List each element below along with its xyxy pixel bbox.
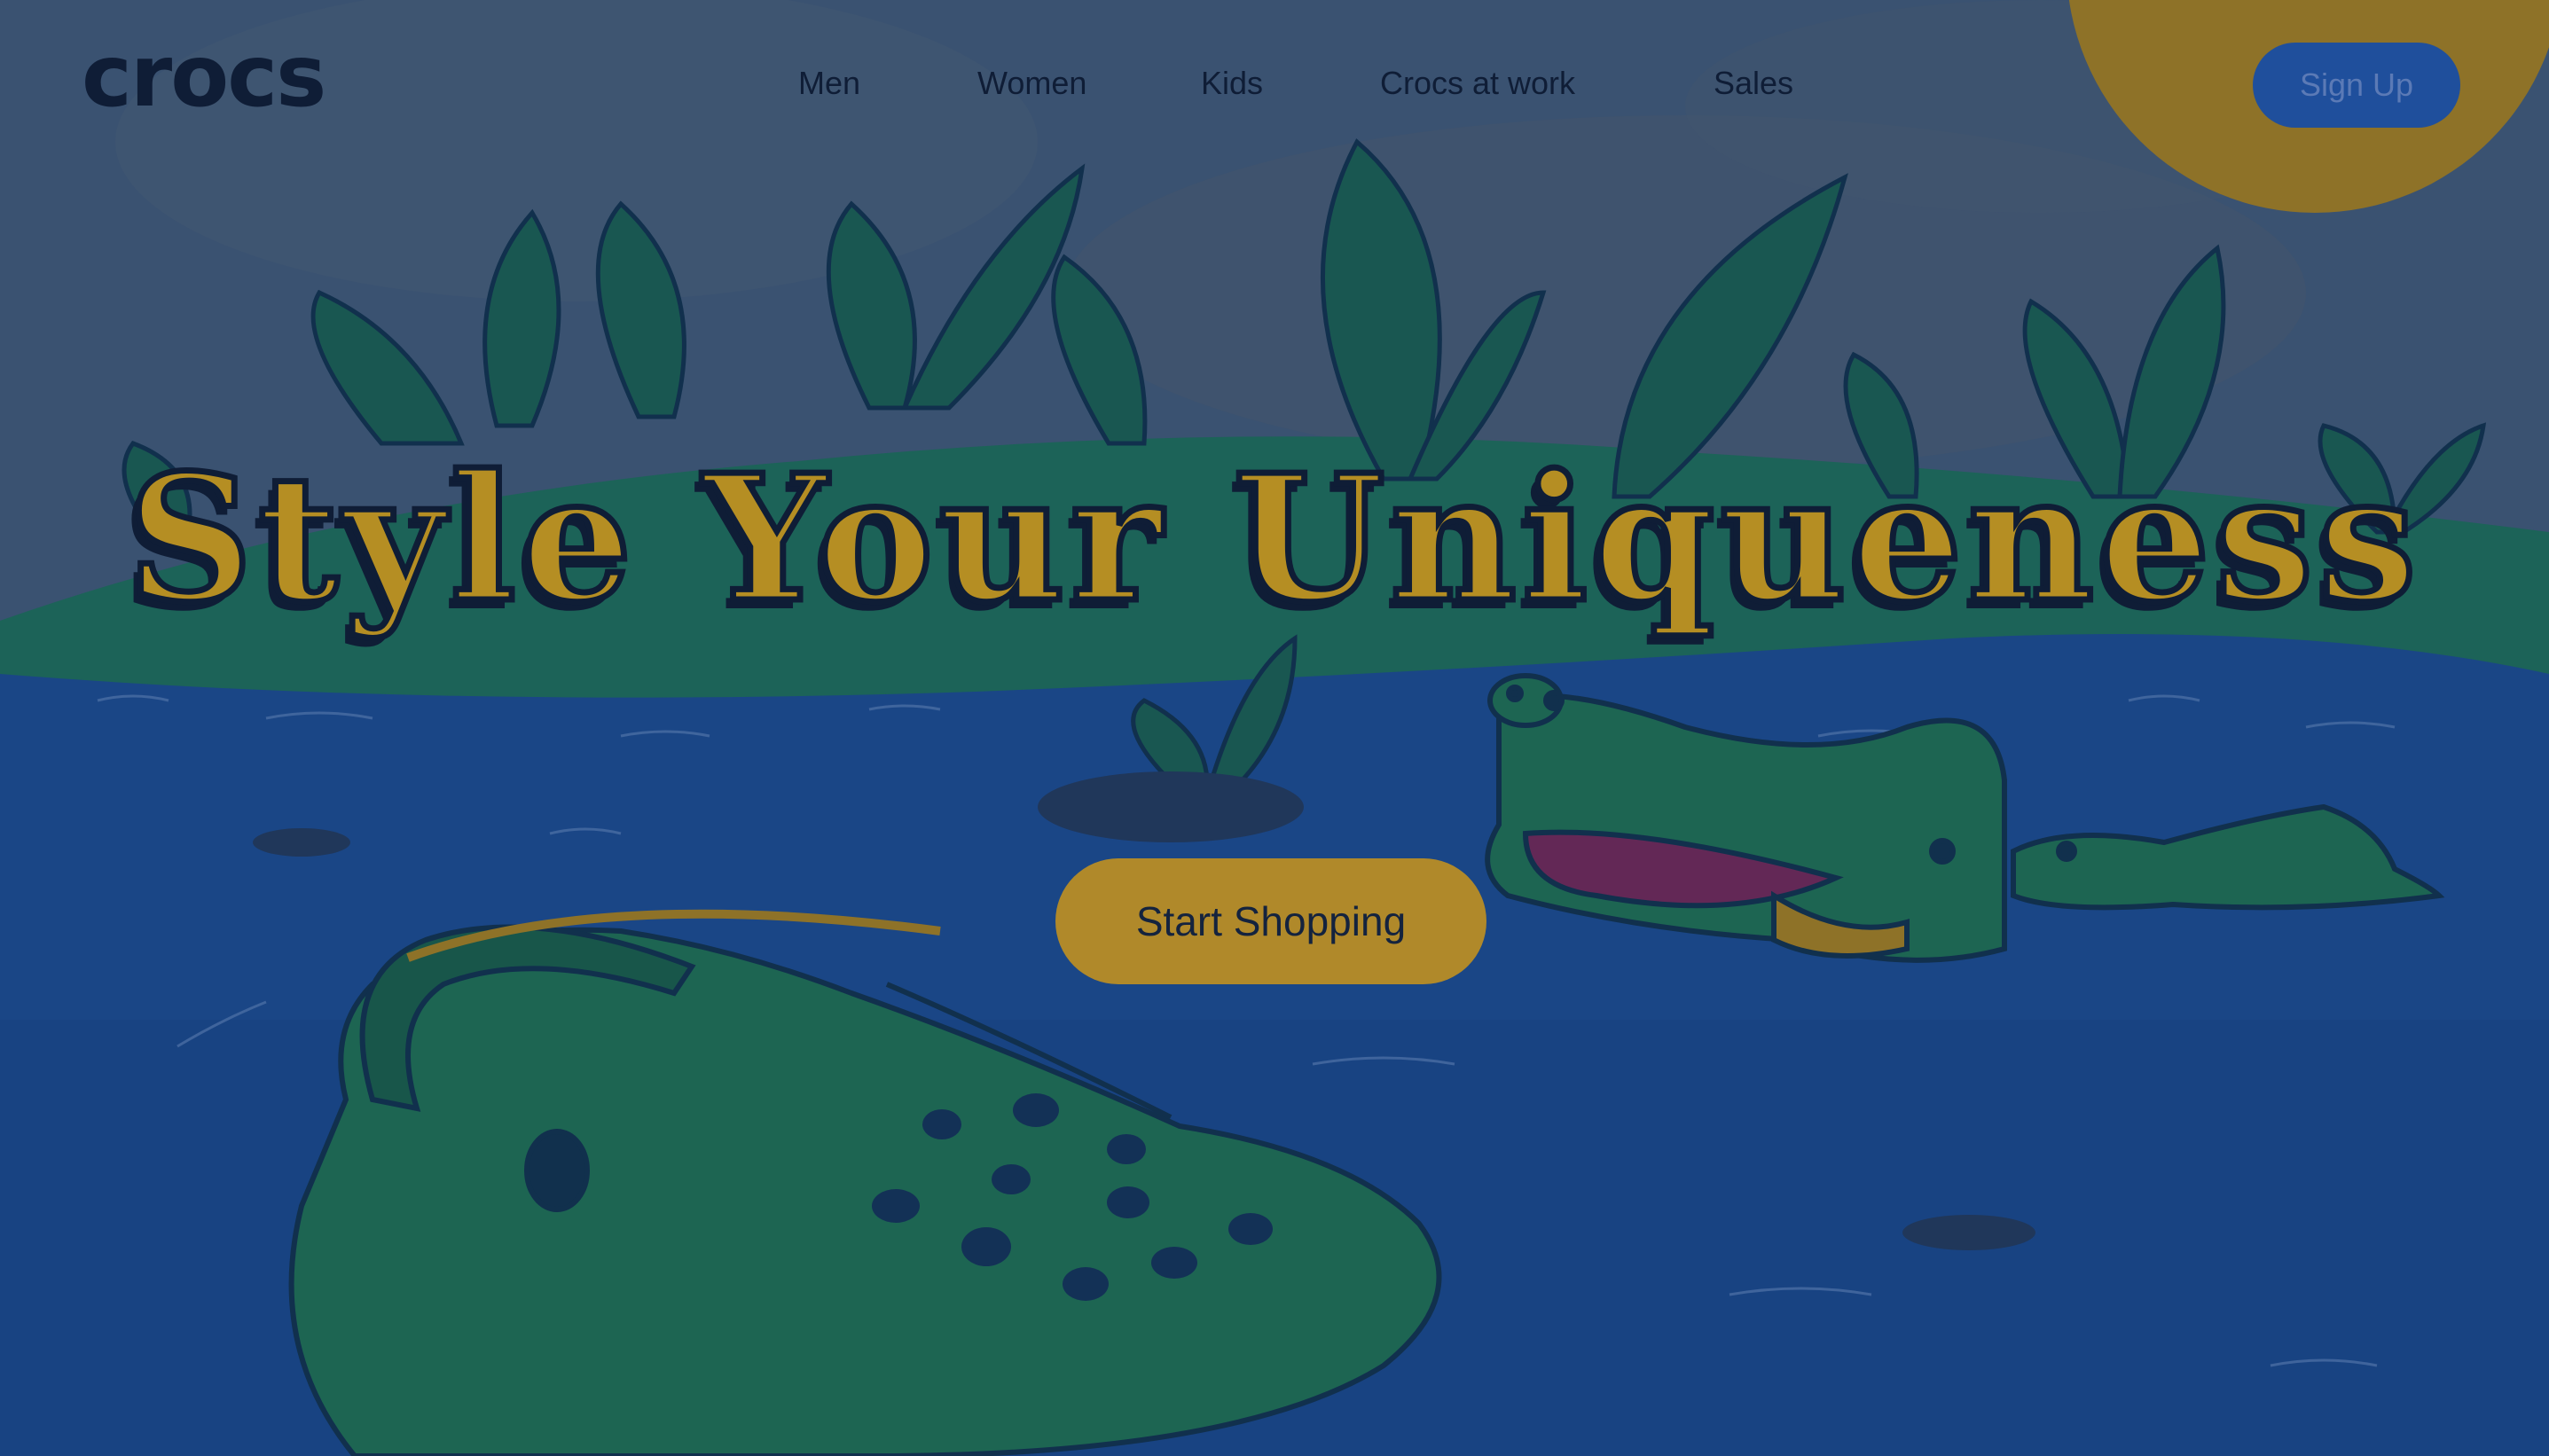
nav-link-kids[interactable]: Kids [1201, 67, 1263, 99]
hero-title: Style Your Uniqueness [124, 437, 2422, 641]
start-shopping-button[interactable]: Start Shopping [1055, 858, 1486, 984]
nav-link-sales[interactable]: Sales [1714, 67, 1793, 99]
top-navigation: crocs Men Women Kids Crocs at work Sales… [0, 0, 2549, 168]
nav-link-crocs-at-work[interactable]: Crocs at work [1380, 67, 1575, 99]
nav-link-women[interactable]: Women [977, 67, 1086, 99]
sign-up-button[interactable]: Sign Up [2253, 43, 2460, 128]
crocs-logo[interactable]: crocs [82, 34, 326, 119]
nav-link-men[interactable]: Men [798, 67, 860, 99]
hero-background-illustration [0, 0, 2549, 1456]
